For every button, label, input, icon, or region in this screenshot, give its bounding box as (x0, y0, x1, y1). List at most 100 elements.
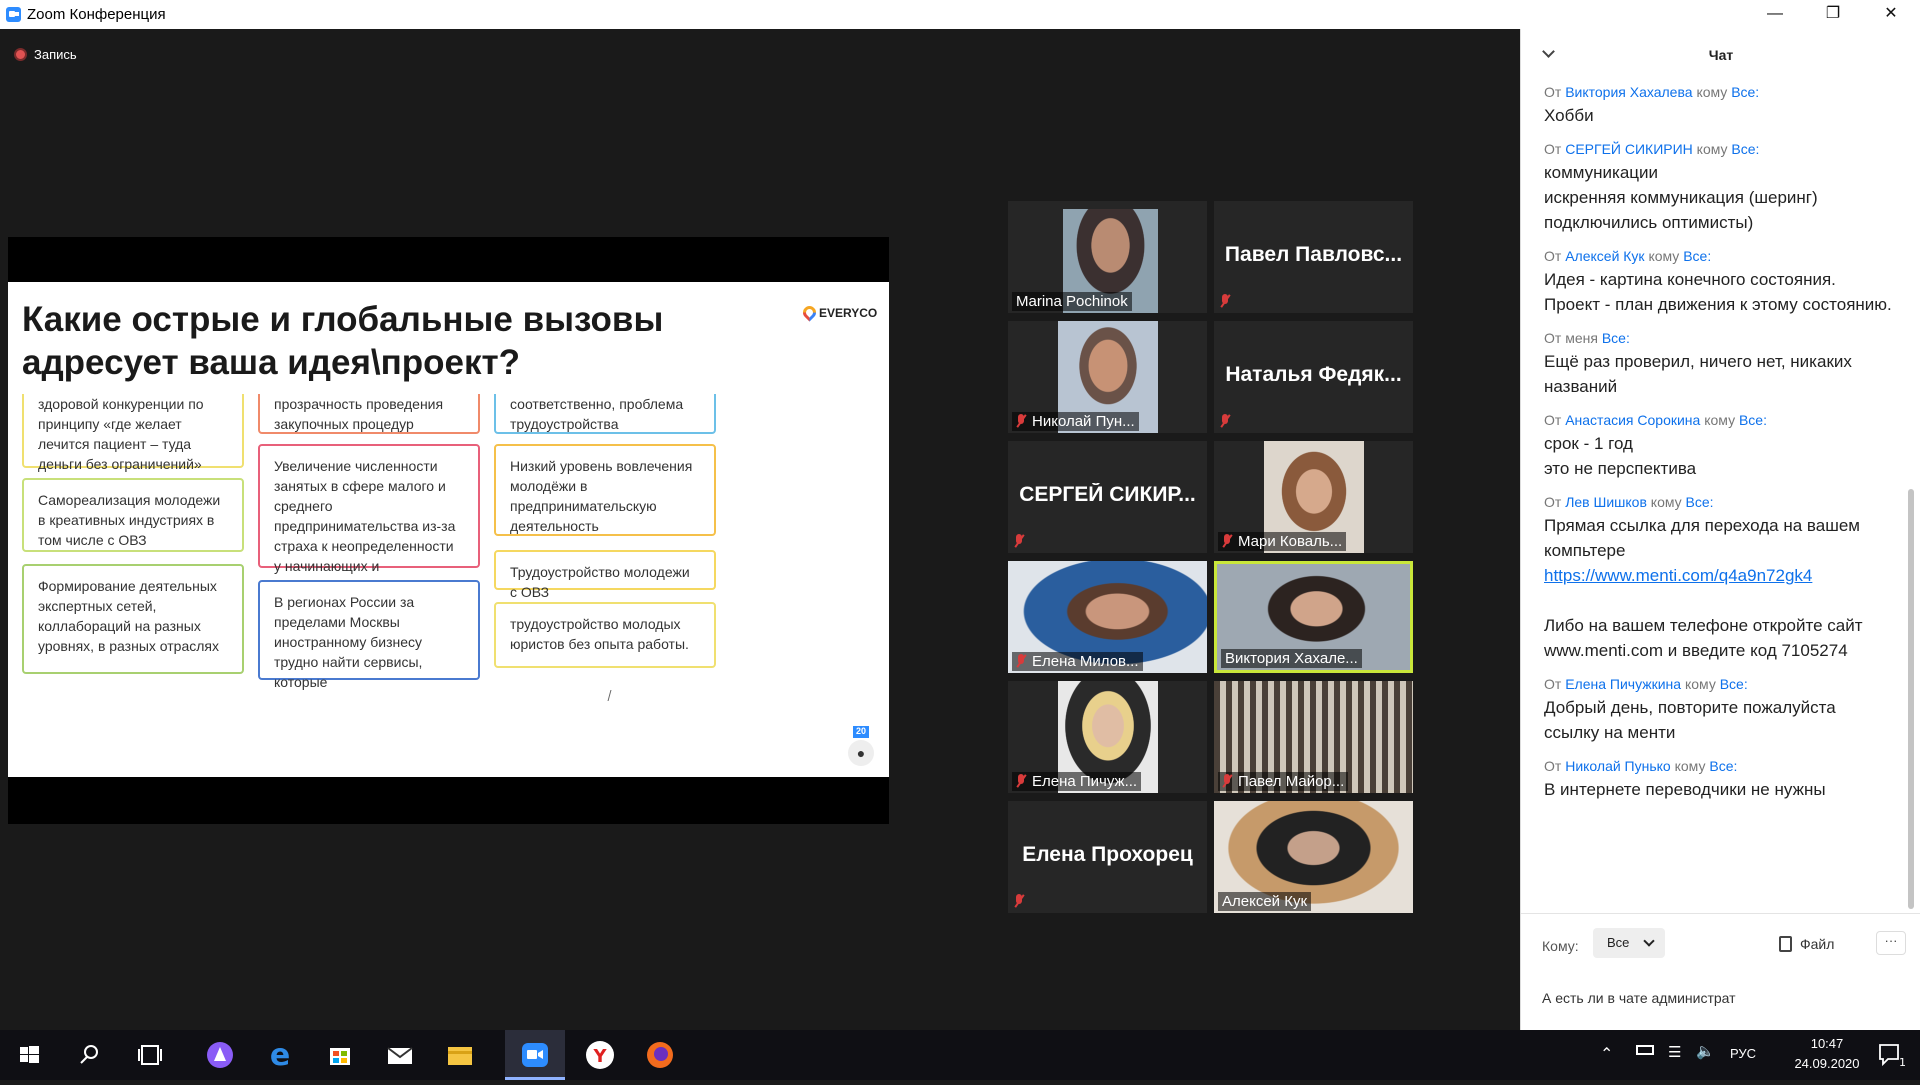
message-sender: От Лев Шишков кому Все: (1544, 494, 1714, 510)
participant-name: Наталья Федяк... (1225, 363, 1402, 386)
mic-muted-icon (1016, 774, 1026, 788)
mic-muted-icon (1222, 534, 1232, 548)
yandex-browser-icon[interactable]: Y (570, 1030, 630, 1080)
message-sender: От Николай Пунько кому Все: (1544, 758, 1738, 774)
message-sender: От меня Все: (1544, 330, 1630, 346)
firefox-icon[interactable] (630, 1030, 690, 1080)
recipient-select[interactable]: Все (1593, 928, 1665, 958)
participant-tile[interactable]: СЕРГЕЙ СИКИР... (1008, 441, 1207, 553)
message-body: В интернете переводчики не нужны (1544, 780, 1826, 799)
slide-card: Самореализация молодежи в креативных инд… (22, 478, 244, 552)
chat-message: От Елена Пичужкина кому Все: Добрый день,… (1544, 673, 1894, 745)
slide-card: Увеличение численности занятых в сфере м… (258, 444, 480, 614)
participant-name: Мари Коваль... (1218, 532, 1347, 551)
chat-message: От Алексей Кук кому Все: Идея - картина к… (1544, 245, 1894, 317)
participants-badge: 20 (853, 726, 869, 738)
restore-button[interactable]: ❐ (1804, 0, 1862, 29)
slide-cards: здоровой конкуренции по принципу «где же… (22, 394, 882, 700)
participant-name: Виктория Хахале... (1221, 649, 1362, 668)
mic-muted-icon (1016, 654, 1026, 668)
participant-tile[interactable]: Алексей Кук (1214, 801, 1413, 913)
file-icon (1779, 936, 1792, 952)
mic-muted-icon (1220, 294, 1230, 308)
more-options-button[interactable]: ··· (1876, 931, 1906, 955)
zoom-app-icon (6, 7, 21, 22)
recording-label: Запись (34, 47, 77, 62)
participant-name: Елена Пичуж... (1012, 772, 1142, 791)
participant-tile[interactable]: Елена Пичуж... (1008, 681, 1207, 793)
slide-card: Низкий уровень вовлечения молодёжи в пре… (494, 444, 716, 536)
chat-link[interactable]: https://www.menti.com/q4a9n72gk4 (1544, 566, 1812, 585)
participant-tile[interactable]: Виктория Хахале... (1214, 561, 1413, 673)
participant-name: Marina Pochinok (1012, 292, 1132, 311)
record-icon (14, 48, 27, 61)
participant-name: Елена Милов... (1012, 652, 1143, 671)
everyco-logo: EVERYCO (800, 303, 877, 322)
participant-tile[interactable]: Наталья Федяк... (1214, 321, 1413, 433)
slide-card: прозрачность проведения закупочных проце… (258, 394, 480, 434)
participant-tile[interactable]: Marina Pochinok (1008, 201, 1207, 313)
minimize-button[interactable]: — (1746, 0, 1804, 29)
slide-card: В регионах России за пределами Москвы ин… (258, 580, 480, 690)
task-view-icon[interactable] (120, 1030, 180, 1080)
message-body: Хобби (1544, 106, 1594, 125)
participant-tile[interactable]: Павел Павловс... (1214, 201, 1413, 313)
title-bar: Zoom Конференция — ❐ ✕ (0, 0, 1920, 29)
file-button[interactable]: Файл (1779, 936, 1834, 952)
slide-card: трудоустройство молодых юристов без опыт… (494, 602, 716, 668)
mic-muted-icon (1014, 894, 1024, 908)
edge-icon[interactable]: e (250, 1030, 310, 1080)
message-body: Прямая ссылка для перехода на вашем комп… (1544, 516, 1863, 660)
mic-muted-icon (1014, 534, 1024, 548)
message-sender: От Виктория Хахалева кому Все: (1544, 84, 1760, 100)
participant-tile[interactable]: Павел Майор... (1214, 681, 1413, 793)
participant-tile[interactable]: Николай Пун... (1008, 321, 1207, 433)
window-title: Zoom Конференция (27, 6, 166, 23)
recording-indicator[interactable]: Запись (14, 47, 77, 62)
participant-name: Елена Прохорец (1022, 843, 1193, 866)
participant-name: Николай Пун... (1012, 412, 1139, 431)
volume-icon[interactable]: 🔈 (1696, 1042, 1715, 1060)
meeting-area: Запись Какие острые и глобальные вызовы … (0, 29, 1520, 1030)
participant-name: Павел Павловс... (1224, 243, 1403, 266)
participant-tile[interactable]: Елена Прохорец (1008, 801, 1207, 913)
chevron-up-icon[interactable]: ⌃ (1600, 1044, 1613, 1064)
chat-message: От Виктория Хахалева кому Все: Хобби (1544, 81, 1894, 128)
chat-message: От СЕРГЕЙ СИКИРИН кому Все: коммуникации и… (1544, 138, 1894, 235)
language-indicator[interactable]: РУС (1730, 1046, 1756, 1061)
search-icon[interactable] (60, 1030, 120, 1080)
mail-icon[interactable] (370, 1030, 430, 1080)
file-explorer-icon[interactable] (430, 1030, 490, 1080)
message-body: Ещё раз проверил, ничего нет, никаких на… (1544, 352, 1852, 396)
mic-muted-icon (1016, 414, 1026, 428)
svg-text:Y: Y (592, 1046, 607, 1067)
message-body: Идея - картина конечного состояния. Проек… (1544, 270, 1892, 314)
mic-muted-icon (1222, 774, 1232, 788)
presentation-slide: Какие острые и глобальные вызовы адресуе… (8, 282, 889, 777)
zoom-taskbar-icon[interactable] (505, 1030, 565, 1080)
windows-taskbar: e Y ⌃ ☰ 🔈 РУС 10:47 24.09.2020 1 (0, 1030, 1920, 1080)
message-body: срок - 1 год это не перспектива (1544, 434, 1697, 478)
to-label: Кому: (1542, 938, 1579, 954)
message-sender: От СЕРГЕЙ СИКИРИН кому Все: (1544, 141, 1760, 157)
slide-card: Формирование деятельных экспертных сетей… (22, 564, 244, 674)
clock-date[interactable]: 24.09.2020 (1786, 1056, 1868, 1071)
participant-tile[interactable]: Мари Коваль... (1214, 441, 1413, 553)
chat-input[interactable]: А есть ли в чате администрат (1542, 990, 1736, 1006)
store-icon[interactable] (310, 1030, 370, 1080)
close-button[interactable]: ✕ (1862, 0, 1920, 29)
alice-icon[interactable] (190, 1030, 250, 1080)
mic-muted-icon (1220, 414, 1230, 428)
participant-name: Павел Майор... (1218, 772, 1349, 791)
battery-icon[interactable] (1636, 1045, 1654, 1055)
start-button[interactable] (0, 1030, 60, 1080)
chat-scrollbar[interactable] (1908, 89, 1914, 969)
chat-header: Чат (1521, 29, 1920, 79)
notifications-icon[interactable]: 1 (1868, 1042, 1908, 1069)
participant-tile[interactable]: Елена Милов... (1008, 561, 1207, 673)
chat-message: От Николай Пунько кому Все: В интернете п… (1544, 755, 1894, 802)
message-sender: От Елена Пичужкина кому Все: (1544, 676, 1748, 692)
wifi-icon[interactable]: ☰ (1668, 1043, 1681, 1061)
clock-time[interactable]: 10:47 (1796, 1036, 1858, 1051)
slide-card: Трудоустройство молодежи с ОВЗ (494, 550, 716, 600)
